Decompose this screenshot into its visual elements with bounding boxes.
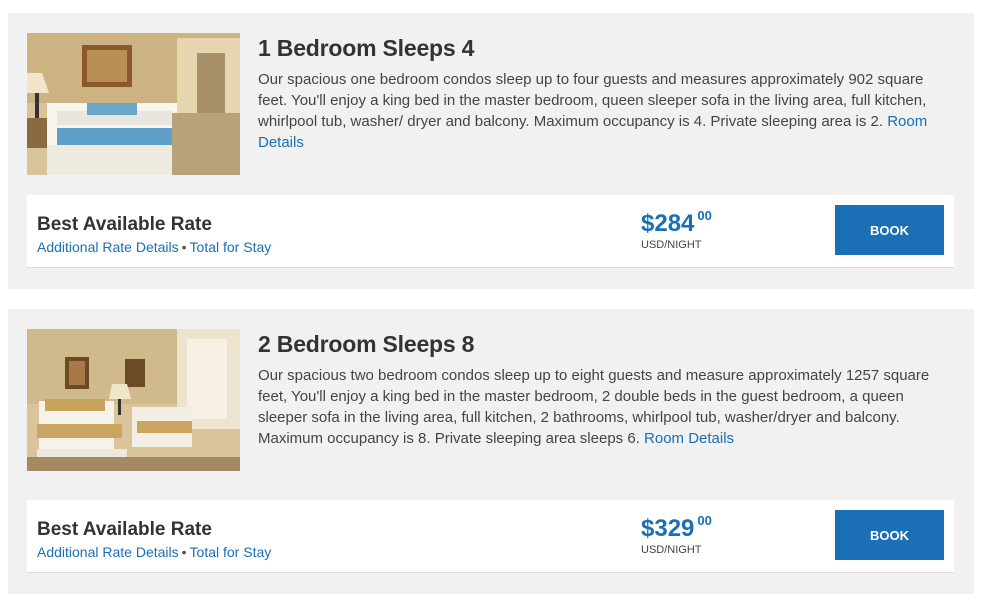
book-button[interactable]: BOOK: [835, 510, 944, 560]
price-unit: USD/NIGHT: [641, 544, 702, 556]
book-button[interactable]: BOOK: [835, 205, 944, 255]
separator-dot: •: [181, 239, 187, 255]
additional-rate-details-link[interactable]: Additional Rate Details: [37, 239, 179, 255]
rate-bar: Best Available Rate Additional Rate Deta…: [27, 195, 954, 268]
price-cents: 00: [697, 208, 712, 223]
room-title: 2 Bedroom Sleeps 8: [258, 331, 475, 357]
room-description-text: Our spacious one bedroom condos sleep up…: [258, 71, 927, 130]
price-dollars: $284: [641, 210, 695, 237]
room-photo[interactable]: [27, 329, 240, 471]
rate-name: Best Available Rate: [37, 519, 212, 540]
price-dollars: $329: [641, 515, 695, 542]
total-for-stay-link[interactable]: Total for Stay: [190, 239, 272, 255]
room-description: Our spacious two bedroom condos sleep up…: [258, 365, 948, 449]
rate-bar: Best Available Rate Additional Rate Deta…: [27, 500, 954, 573]
bedroom-double-beds-photo-icon: [27, 329, 240, 471]
rate-links: Additional Rate Details • Total for Stay: [37, 239, 271, 255]
additional-rate-details-link[interactable]: Additional Rate Details: [37, 544, 179, 560]
price-unit: USD/NIGHT: [641, 239, 702, 251]
bedroom-king-photo-icon: [27, 33, 240, 175]
total-for-stay-link[interactable]: Total for Stay: [190, 544, 272, 560]
price-cents: 00: [697, 513, 712, 528]
separator-dot: •: [181, 544, 187, 560]
room-photo[interactable]: [27, 33, 240, 175]
room-details-link[interactable]: Room Details: [644, 430, 734, 447]
price: $284 00: [641, 208, 712, 238]
room-card: 1 Bedroom Sleeps 4 Our spacious one bedr…: [8, 13, 974, 289]
room-title: 1 Bedroom Sleeps 4: [258, 35, 475, 61]
room-description-text: Our spacious two bedroom condos sleep up…: [258, 367, 930, 447]
rate-links: Additional Rate Details • Total for Stay: [37, 544, 271, 560]
rate-name: Best Available Rate: [37, 214, 212, 235]
room-card: 2 Bedroom Sleeps 8 Our spacious two bedr…: [8, 309, 974, 594]
price: $329 00: [641, 513, 712, 543]
room-description: Our spacious one bedroom condos sleep up…: [258, 69, 948, 153]
